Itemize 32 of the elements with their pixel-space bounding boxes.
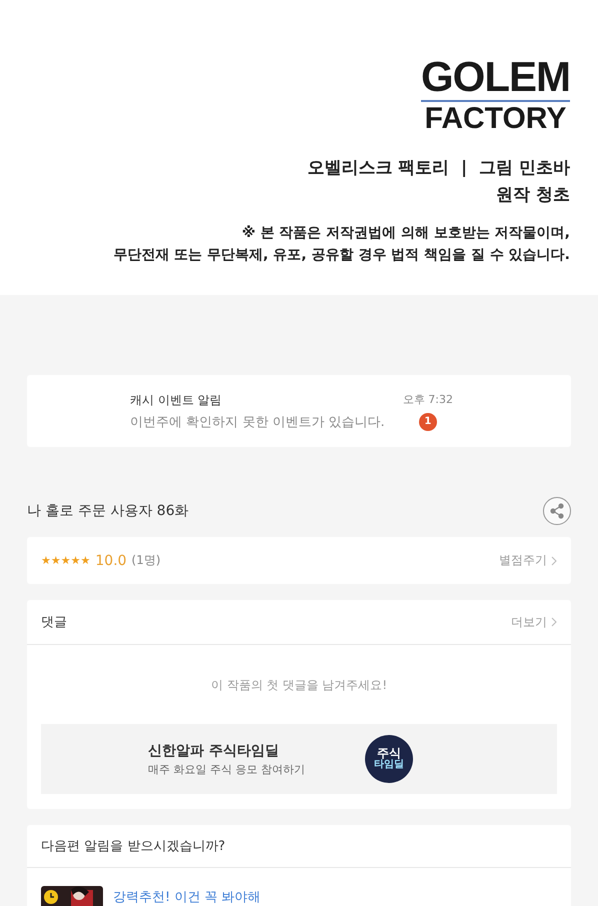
ad-title: 신한알파 주식타임딜 <box>148 742 280 760</box>
more-link[interactable]: 더보기 <box>511 614 557 630</box>
notification-time: 오후 7:32 <box>402 392 453 406</box>
notification-title: 캐시 이벤트 알림 <box>130 392 223 408</box>
next-episode-question: 다음편 알림을 받으시겠습니까? <box>41 838 226 855</box>
logo: GOLEM FACTORY <box>421 56 570 134</box>
share-button[interactable] <box>543 497 571 525</box>
episode-title: 나 홀로 주문 사용자 86화 <box>27 502 189 520</box>
unread-badge: 1 <box>418 412 437 430</box>
star-icon: ★ <box>80 554 90 567</box>
comments-title: 댓글 <box>41 614 67 631</box>
rating-score: 10.0 <box>95 552 127 568</box>
credit-text: 원작 청초 <box>496 184 570 206</box>
ad-badge: 주식 타임딜 <box>365 735 413 783</box>
star-icon: ★ <box>50 554 61 567</box>
empty-comments-text: 이 작품의 첫 댓글을 남겨주세요! <box>210 677 388 694</box>
notification-card[interactable]: 캐시 이벤트 알림 이번주에 확인하지 못한 이벤트가 있습니다. 오후 7:32 1 <box>27 375 571 447</box>
credit-text: 오벨리스크 팩토리 | 그림 민초바 <box>307 157 570 179</box>
ad-subtitle: 매주 화요일 주식 응모 참여하기 <box>148 762 305 776</box>
chevron-icon <box>551 617 557 627</box>
notification-message: 이번주에 확인하지 못한 이벤트가 있습니다. <box>130 414 385 430</box>
copyright-notice: 무단전재 또는 무단복제, 유포, 공유할 경우 법적 책임을 질 수 있습니다. <box>113 246 570 264</box>
share-icon <box>549 503 565 519</box>
recommendation-link[interactable]: 강력추천! 이건 꼭 봐야해 <box>113 888 261 906</box>
star-icon: ★ <box>60 554 71 567</box>
rate-link[interactable]: 별점주기 <box>499 552 557 569</box>
ad-banner[interactable]: 신한알파 주식타임딜 매주 화요일 주식 응모 참여하기 주식 타임딜 <box>41 724 557 794</box>
rating-count: (1명) <box>132 552 161 569</box>
star-icon: ★ <box>70 554 80 567</box>
chevron-icon <box>551 556 557 566</box>
star-icon: ★ <box>41 554 51 567</box>
copyright-notice: ※ 본 작품은 저작권법에 의해 보호받는 저작물이며, <box>242 224 570 242</box>
